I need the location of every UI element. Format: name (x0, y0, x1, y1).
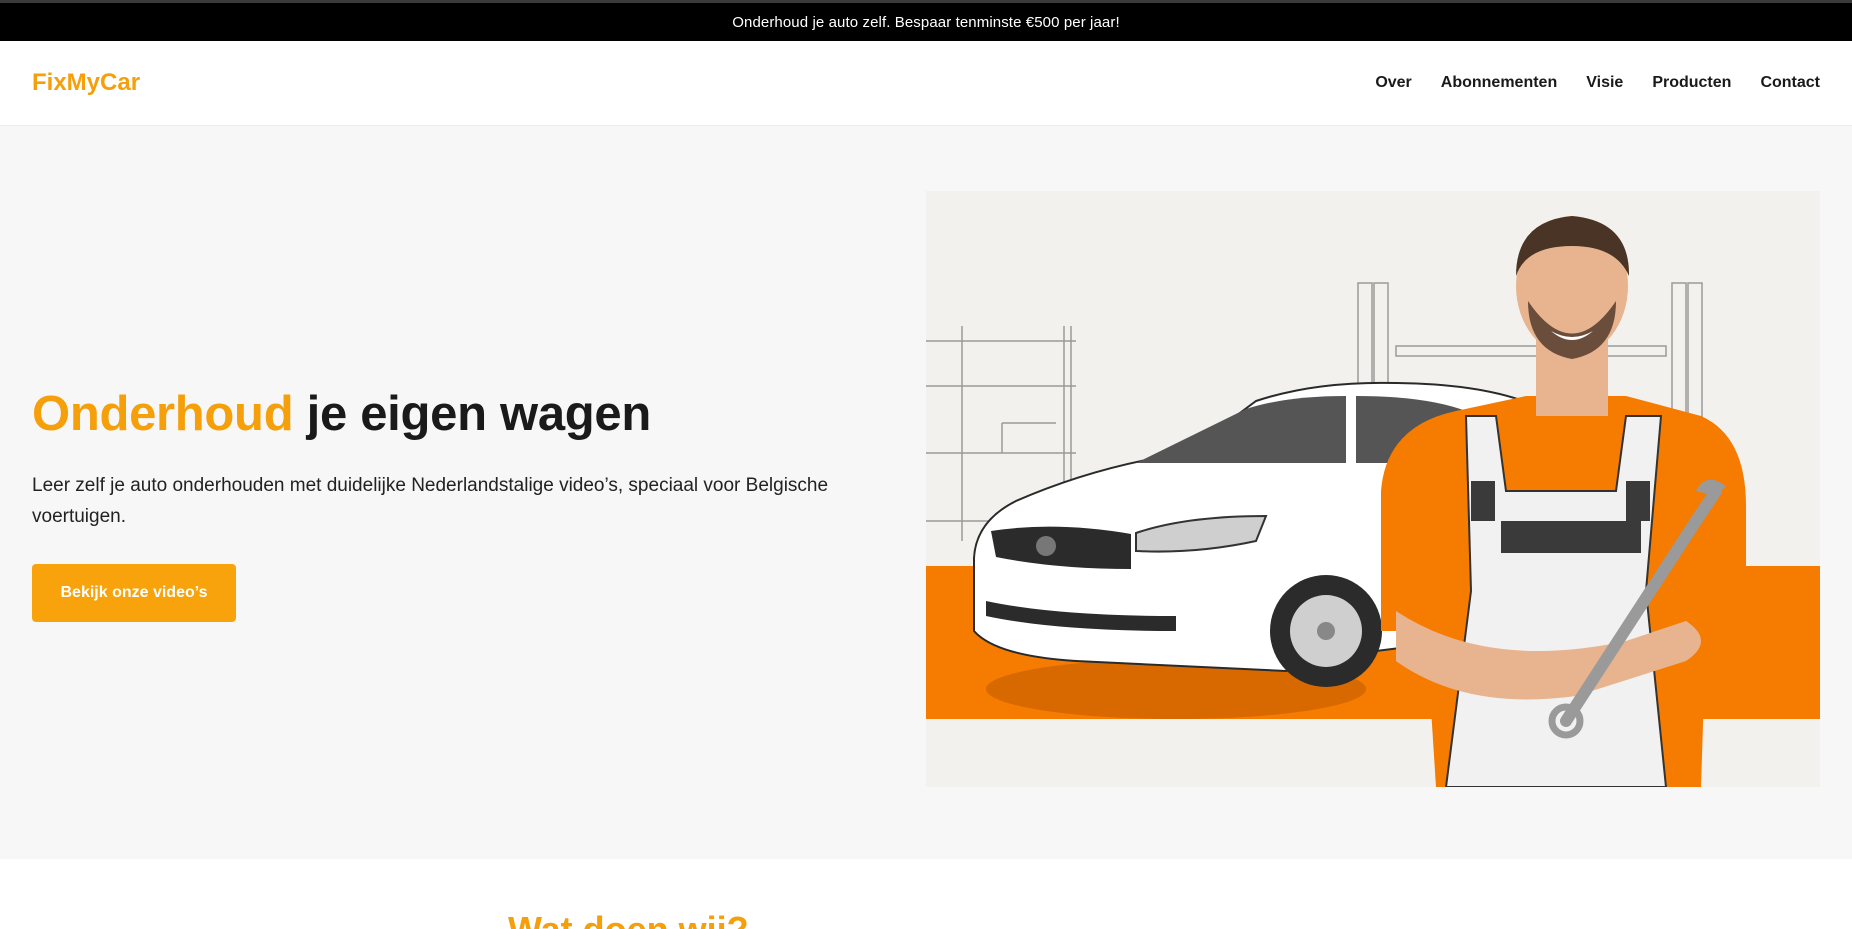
nav-link-over[interactable]: Over (1375, 74, 1411, 92)
hero-subtitle: Leer zelf je auto onderhouden met duidel… (32, 475, 829, 527)
hero-title-accent: Onderhoud (32, 387, 294, 441)
announcement-bar: Onderhoud je auto zelf. Bespaar tenminst… (0, 3, 1852, 41)
logo[interactable]: FixMyCar (32, 69, 140, 97)
hero-section: Onderhoud je eigen wagen Leer zelf je au… (0, 126, 1852, 859)
nav-link-abonnementen[interactable]: Abonnementen (1441, 74, 1557, 92)
nav-link-visie[interactable]: Visie (1586, 74, 1623, 92)
hero-title: Onderhoud je eigen wagen (32, 386, 872, 442)
nav-link-producten[interactable]: Producten (1652, 74, 1731, 92)
hero-image (926, 191, 1820, 787)
services-section: Wat doen wij? (0, 859, 1852, 929)
hero-title-rest: je eigen wagen (293, 387, 652, 441)
hero-text: Onderhoud je eigen wagen Leer zelf je au… (32, 386, 872, 622)
site-header: FixMyCar Over Abonnementen Visie Product… (0, 41, 1852, 126)
announcement-text: Onderhoud je auto zelf. Bespaar tenminst… (732, 13, 1120, 31)
services-title: Wat doen wij? (508, 909, 749, 929)
main-nav: Over Abonnementen Visie Producten Contac… (1375, 74, 1820, 92)
nav-link-contact[interactable]: Contact (1760, 74, 1820, 92)
watch-videos-button[interactable]: Bekijk onze video’s (32, 564, 236, 622)
